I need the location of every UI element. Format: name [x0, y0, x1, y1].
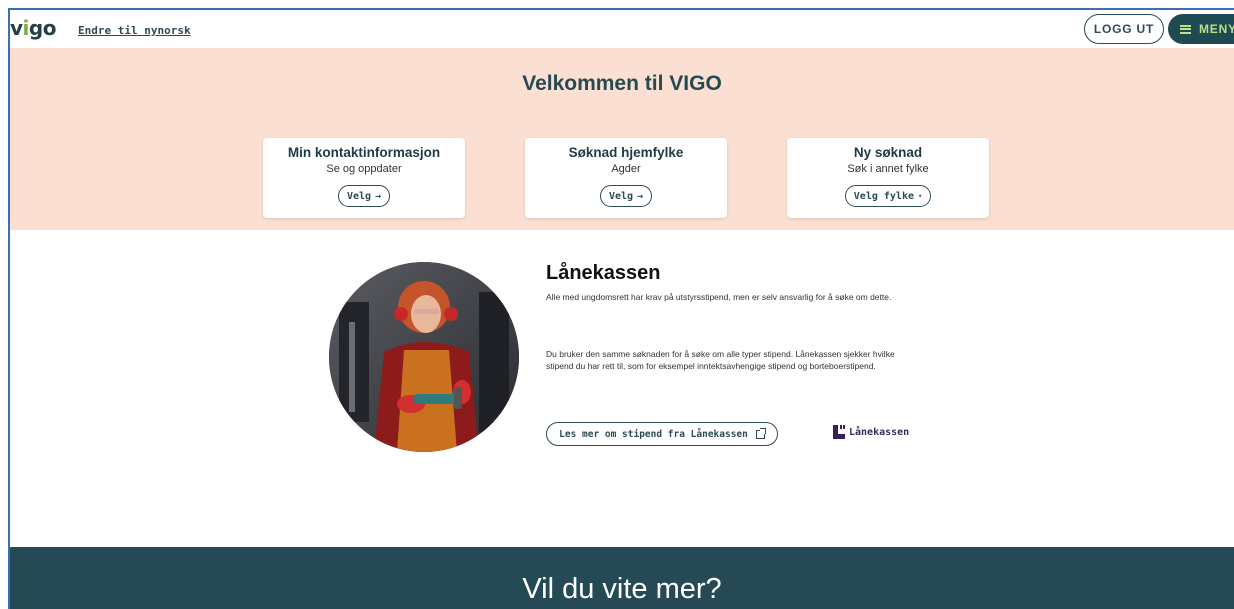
card-subtitle: Søk i annet fylke [847, 163, 929, 175]
card-title: Søknad hjemfylke [568, 145, 684, 160]
menu-label: MENY [1199, 22, 1234, 36]
change-language-link[interactable]: Endre til nynorsk [78, 24, 191, 37]
card-home-velg-button[interactable]: Velg → [599, 185, 653, 207]
button-label: Velg [608, 190, 634, 202]
footer-title: Vil du vite mer? [522, 573, 722, 605]
card-subtitle: Agder [611, 163, 641, 175]
lanekassen-logo-icon [833, 425, 845, 439]
lanekassen-title: Lånekassen [546, 262, 661, 284]
student-welder-photo [329, 262, 519, 452]
button-label: Velg [346, 190, 372, 202]
lanekassen-intro-text: Alle med ungdomsrett har krav på utstyrs… [546, 292, 892, 302]
vigo-logo[interactable]: vigo [10, 16, 56, 40]
card-title: Ny søknad [853, 145, 923, 160]
card-new-application: Ny søknad Søk i annet fylke Velg fylke ▾ [787, 138, 989, 218]
welcome-hero: Velkommen til VIGO Min kontaktinformasjo… [10, 48, 1234, 230]
photo-illustration [329, 262, 519, 452]
page-title: Velkommen til VIGO [522, 72, 722, 95]
arrow-right-icon: → [375, 190, 382, 202]
button-label: Velg fylke [853, 190, 914, 202]
lanekassen-details-text: Du bruker den samme søknaden for å søke … [546, 349, 895, 371]
lanekassen-logo-text: Lånekassen [849, 426, 910, 438]
card-contact-velg-button[interactable]: Velg → [337, 185, 391, 207]
card-title: Min kontaktinformasjon [287, 145, 441, 160]
page-frame: vigo Endre til nynorsk LOGG UT MENY Velk… [8, 8, 1234, 609]
card-contact-info: Min kontaktinformasjon Se og oppdater Ve… [263, 138, 465, 218]
menu-button[interactable]: MENY [1168, 14, 1234, 44]
logout-button[interactable]: LOGG UT [1084, 14, 1164, 44]
select-county-dropdown[interactable]: Velg fylke ▾ [844, 185, 932, 207]
caret-down-icon: ▾ [918, 192, 923, 200]
lanekassen-logo[interactable]: Lånekassen [833, 425, 909, 439]
button-label: Les mer om stipend fra Lånekassen [559, 428, 748, 440]
hamburger-icon [1180, 24, 1191, 34]
card-subtitle: Se og oppdater [326, 163, 402, 175]
arrow-right-icon: → [637, 190, 644, 202]
read-more-lanekassen-button[interactable]: Les mer om stipend fra Lånekassen [546, 422, 778, 446]
external-link-icon [755, 427, 766, 439]
top-header: vigo Endre til nynorsk LOGG UT MENY [10, 10, 1234, 48]
card-home-county-application: Søknad hjemfylke Agder Velg → [525, 138, 727, 218]
footer-banner: Vil du vite mer? [10, 547, 1234, 609]
